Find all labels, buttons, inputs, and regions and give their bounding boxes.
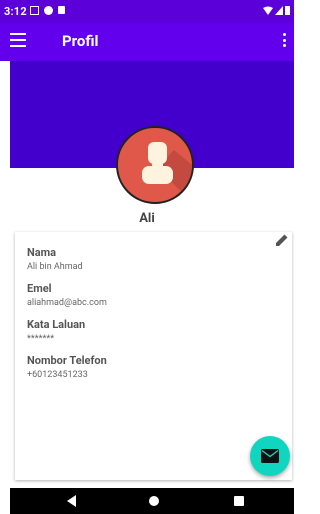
status-bar: 3:12 [0,0,294,23]
field-label-emel: Emel [27,282,52,295]
field-value-nombor-telefon: +60123451233 [27,370,88,380]
person-avatar-icon[interactable] [116,126,194,204]
page-title: Profil [62,32,99,50]
field-value-nama: Ali bin Ahmad [27,262,83,272]
back-icon[interactable] [67,495,76,507]
status-notification-icons [30,6,65,15]
field-value-emel: aliahmad@abc.com [27,298,107,308]
recents-icon[interactable] [234,496,244,506]
home-icon[interactable] [149,496,159,506]
notification-lock-icon [58,6,65,14]
app-toolbar: Profil [0,23,294,61]
more-vert-icon[interactable] [280,33,288,51]
profile-details-card: Nama Ali bin Ahmad Emel aliahmad@abc.com… [15,232,292,480]
field-label-nombor-telefon: Nombor Telefon [27,354,107,367]
wifi-icon [263,6,273,15]
field-value-kata-laluan: ******* [27,334,55,344]
notification-circle-icon [44,6,53,15]
send-mail-button[interactable] [250,436,290,476]
status-system-icons [263,5,290,15]
system-nav-bar [10,488,294,514]
field-label-nama: Nama [27,246,57,259]
field-label-kata-laluan: Kata Laluan [27,318,86,331]
status-time: 3:12 [4,5,27,18]
battery-icon [285,6,290,15]
notification-square-icon [30,6,39,15]
mail-icon [261,449,279,463]
pencil-edit-icon[interactable] [275,233,289,247]
hamburger-menu-icon[interactable] [10,33,26,47]
profile-display-name: Ali [139,211,155,226]
signal-icon [275,5,283,15]
